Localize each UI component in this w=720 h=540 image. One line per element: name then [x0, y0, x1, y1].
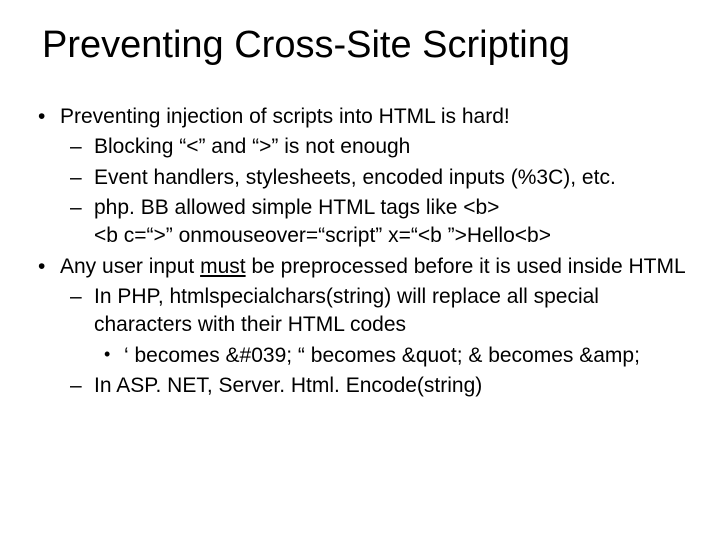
bullet-1-sub-3: php. BB allowed simple HTML tags like <b… — [94, 194, 690, 251]
bullet-2-post: be preprocessed before it is used inside… — [246, 255, 686, 278]
bullet-2-sub-2: In ASP. NET, Server. Html. Encode(string… — [94, 372, 690, 400]
bullet-2-sub-1-list: ‘ becomes &#039; “ becomes &quot; & beco… — [94, 342, 690, 370]
bullet-2: Any user input must be preprocessed befo… — [60, 253, 690, 401]
bullet-2-must: must — [200, 255, 246, 278]
bullet-2-sub-1-text: In PHP, htmlspecialchars(string) will re… — [94, 285, 599, 336]
bullet-2-sub-1: In PHP, htmlspecialchars(string) will re… — [94, 283, 690, 370]
bullet-1-text: Preventing injection of scripts into HTM… — [60, 105, 510, 128]
bullet-list: Preventing injection of scripts into HTM… — [30, 103, 690, 400]
slide-title: Preventing Cross-Site Scripting — [30, 24, 690, 67]
bullet-1: Preventing injection of scripts into HTM… — [60, 103, 690, 251]
slide: Preventing Cross-Site Scripting Preventi… — [0, 0, 720, 540]
bullet-1-sub-2: Event handlers, stylesheets, encoded inp… — [94, 164, 690, 192]
bullet-2-sublist: In PHP, htmlspecialchars(string) will re… — [60, 283, 690, 400]
bullet-2-sub-1a: ‘ becomes &#039; “ becomes &quot; & beco… — [124, 342, 690, 370]
bullet-1-sub-1: Blocking “<” and “>” is not enough — [94, 133, 690, 161]
bullet-2-pre: Any user input — [60, 255, 200, 278]
bullet-1-sub-3a: php. BB allowed simple HTML tags like <b… — [94, 196, 499, 219]
bullet-1-sub-3b: <b c=“>” onmouseover=“script” x=“<b ”>He… — [94, 222, 690, 250]
bullet-1-sublist: Blocking “<” and “>” is not enough Event… — [60, 133, 690, 250]
